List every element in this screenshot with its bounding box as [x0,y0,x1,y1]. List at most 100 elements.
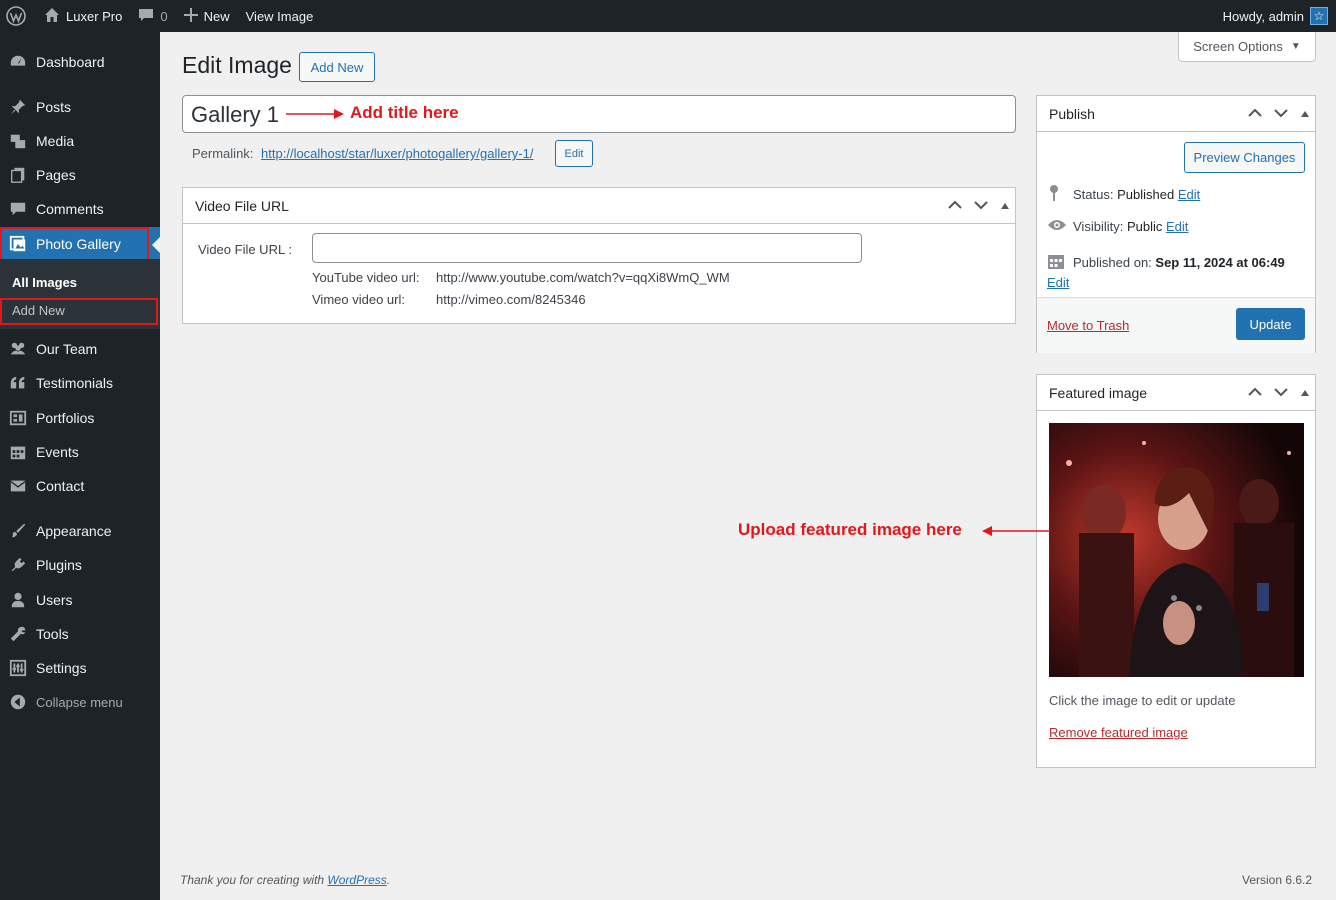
metabox-handles [1245,375,1309,411]
view-image-link[interactable]: View Image [238,0,322,32]
permalink-edit-button[interactable]: Edit [555,140,593,167]
screen-options-label: Screen Options [1193,39,1283,54]
sidebar-item-label: Comments [36,201,104,217]
plus-icon [183,7,198,25]
sidebar-item-users[interactable]: Users [0,583,160,617]
remove-featured-image-link[interactable]: Remove featured image [1049,725,1188,740]
avatar: ☆ [1310,7,1328,25]
sidebar-item-portfolios[interactable]: Portfolios [0,401,160,435]
highlight-box [0,227,149,262]
sidebar-item-settings[interactable]: Settings [0,651,160,685]
highlight-box [0,298,158,325]
status-edit-link[interactable]: Edit [1178,187,1200,202]
published-value: Sep 11, 2024 at 06:49 [1155,255,1285,270]
toggle-triangle-icon[interactable] [1301,390,1309,396]
sidebar-item-label: Dashboard [36,54,105,70]
chevron-down-icon[interactable] [971,195,991,218]
sidebar-item-label: Contact [36,478,85,494]
status-label: Status: [1073,187,1114,202]
metabox-header: Featured image [1037,375,1315,411]
metabox-title: Video File URL [195,197,289,214]
move-to-trash-link[interactable]: Move to Trash [1047,318,1129,333]
submenu-all-images[interactable]: All Images [12,275,77,290]
dashboard-icon [0,53,36,71]
visibility-row: Visibility: Public Edit [1047,218,1188,235]
sidebar-item-label: Plugins [36,557,82,573]
wordpress-link[interactable]: WordPress [327,873,386,887]
sidebar-item-tools[interactable]: Tools [0,617,160,651]
chevron-up-icon[interactable] [1245,103,1265,126]
calendar-icon [1047,252,1073,273]
sidebar-item-posts[interactable]: Posts [0,90,160,124]
title-value: Gallery 1 [191,102,280,127]
sidebar-item-testimonials[interactable]: Testimonials [0,366,160,400]
sidebar-item-media[interactable]: Media [0,124,160,158]
pin-icon [1047,184,1073,205]
sidebar-item-comments[interactable]: Comments [0,192,160,226]
collapse-menu-button[interactable]: Collapse menu [0,685,160,719]
sidebar-item-label: Media [36,133,75,149]
preview-changes-button[interactable]: Preview Changes [1184,142,1305,173]
calendar-icon [0,443,36,461]
featured-image-thumbnail[interactable] [1049,423,1304,677]
sidebar-item-pages[interactable]: Pages [0,158,160,192]
sidebar-item-dashboard[interactable]: Dashboard [0,45,160,79]
admin-bar: Luxer Pro 0 New View Image Howdy, admin … [0,0,1336,32]
annotation-arrow-right [286,109,344,119]
new-content-link[interactable]: New [176,0,238,32]
permalink-link[interactable]: http://localhost/star/luxer/photogallery… [261,146,533,161]
view-label: View Image [245,8,314,24]
chevron-down-icon[interactable] [1271,382,1291,405]
toggle-triangle-icon[interactable] [1001,203,1009,209]
main-content: Screen Options ▼ Edit Image Add New Gall… [160,32,1336,900]
chevron-down-icon[interactable] [1271,103,1291,126]
metabox-title: Featured image [1049,384,1148,401]
annotation-arrow-left [982,526,1050,536]
featured-image-metabox: Featured image Click the image to edit o… [1036,374,1316,768]
visibility-edit-link[interactable]: Edit [1166,219,1188,234]
permalink-label: Permalink: [192,146,254,161]
site-name-link[interactable]: Luxer Pro [36,0,130,32]
update-button[interactable]: Update [1236,308,1305,340]
my-account-link[interactable]: Howdy, admin ☆ [1215,0,1336,32]
metabox-handles [1245,96,1309,132]
sidebar-item-appearance[interactable]: Appearance [0,514,160,548]
pushpin-icon [0,98,36,116]
publish-actions: Move to Trash Update [1037,297,1315,353]
collapse-arrow-icon [0,693,36,711]
greeting: Howdy, admin [1222,8,1304,24]
comment-bubble-icon [138,7,154,26]
date-edit-link[interactable]: Edit [1047,275,1069,290]
toggle-triangle-icon[interactable] [1301,111,1309,117]
metabox-title: Publish [1049,105,1095,122]
vimeo-hint-label: Vimeo video url: [312,292,405,307]
sidebar-item-plugins[interactable]: Plugins [0,548,160,582]
publish-metabox: Publish Preview Changes Status: Publishe… [1036,95,1316,353]
video-url-metabox: Video File URL Video File URL : YouTube … [182,187,1016,324]
visibility-value: Public [1126,219,1163,234]
sidebar-item-label: Tools [36,626,69,642]
vimeo-hint-example: http://vimeo.com/8245346 [436,292,586,307]
chevron-up-icon[interactable] [1245,382,1265,405]
wrench-icon [0,625,36,643]
sidebar-item-events[interactable]: Events [0,435,160,469]
sidebar-item-label: Pages [36,167,76,183]
sidebar-item-our-team[interactable]: Our Team [0,332,160,366]
settings-sliders-icon [0,659,36,677]
metabox-handles [945,188,1009,224]
status-value: Published [1117,187,1175,202]
youtube-hint-example: http://www.youtube.com/watch?v=qqXi8WmQ_… [436,270,730,285]
screen-options-button[interactable]: Screen Options ▼ [1178,32,1316,62]
quote-icon [0,374,36,392]
visibility-label: Visibility: [1073,219,1124,234]
wordpress-logo-icon[interactable] [0,0,36,32]
sidebar-item-contact[interactable]: Contact [0,469,160,503]
permalink-row: Permalink: http://localhost/star/luxer/p… [192,146,533,161]
add-new-button[interactable]: Add New [299,52,375,82]
status-row: Status: Published Edit [1047,184,1200,205]
video-url-input[interactable] [312,233,862,263]
comments-link[interactable]: 0 [130,0,175,32]
chevron-up-icon[interactable] [945,195,965,218]
youtube-hint-label: YouTube video url: [312,270,420,285]
eye-icon [1047,218,1073,235]
